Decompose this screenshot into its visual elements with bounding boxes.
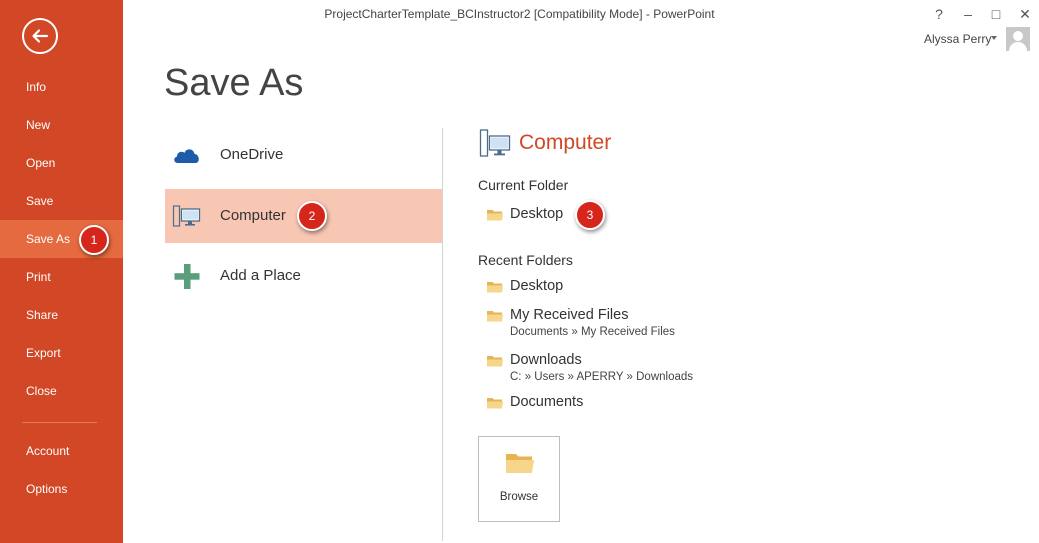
place-label: OneDrive xyxy=(220,146,284,163)
nav-item-account[interactable]: Account xyxy=(0,432,123,470)
folder-path: C: » Users » APERRY » Downloads xyxy=(510,371,694,383)
nav-item-options[interactable]: Options xyxy=(0,470,123,508)
nav-divider xyxy=(22,422,97,423)
avatar[interactable] xyxy=(1006,27,1030,51)
folder-name: Documents xyxy=(510,394,584,410)
computer-icon xyxy=(479,129,511,157)
step-marker-3: 3 xyxy=(575,200,605,230)
folder-name: Downloads xyxy=(510,352,582,368)
nav-item-export[interactable]: Export xyxy=(0,334,123,372)
folder-name: Desktop xyxy=(510,278,564,294)
place-onedrive[interactable]: OneDrive xyxy=(165,128,442,182)
nav-item-new[interactable]: New xyxy=(0,106,123,144)
recent-folders-heading: Recent Folders xyxy=(478,252,573,268)
back-button[interactable] xyxy=(22,18,58,54)
back-arrow-icon xyxy=(32,29,49,43)
nav-item-close[interactable]: Close xyxy=(0,372,123,410)
folder-name: Desktop xyxy=(510,206,564,222)
window-title: ProjectCharterTemplate_BCInstructor2 [Co… xyxy=(324,7,715,21)
plus-icon xyxy=(174,264,200,289)
section-title: Computer xyxy=(519,131,612,154)
pane-divider xyxy=(442,128,443,541)
browse-label: Browse xyxy=(499,491,539,503)
computer-icon xyxy=(172,205,201,227)
page-title: Save As xyxy=(164,62,304,104)
nav-item-share[interactable]: Share xyxy=(0,296,123,334)
folder-path: Documents » My Received Files xyxy=(510,326,675,338)
cloud-icon xyxy=(174,149,199,163)
current-folder-heading: Current Folder xyxy=(478,177,569,193)
nav-item-info[interactable]: Info xyxy=(0,68,123,106)
minimize-button[interactable]: – xyxy=(955,4,981,24)
step-marker-1: 1 xyxy=(79,225,109,255)
nav-item-open[interactable]: Open xyxy=(0,144,123,182)
folder-icon xyxy=(487,210,503,221)
maximize-button[interactable]: □ xyxy=(983,4,1009,24)
browse-button[interactable]: Browse xyxy=(478,436,560,522)
step-marker-2: 2 xyxy=(297,201,327,231)
nav-item-save[interactable]: Save xyxy=(0,182,123,220)
folder-name: My Received Files xyxy=(510,307,629,323)
folder-icon xyxy=(487,398,503,409)
place-add-a-place[interactable]: Add a Place xyxy=(165,249,442,303)
folder-icon xyxy=(487,311,503,322)
chevron-down-icon[interactable] xyxy=(991,36,997,40)
close-window-button[interactable]: ✕ xyxy=(1012,4,1038,24)
help-button[interactable]: ? xyxy=(926,4,952,24)
folder-icon xyxy=(506,454,534,473)
folder-icon xyxy=(487,356,503,367)
nav-item-print[interactable]: Print xyxy=(0,258,123,296)
backstage-nav: Info New Open Save Save As Print Share E… xyxy=(0,0,123,543)
folder-icon xyxy=(487,282,503,293)
place-label: Computer xyxy=(220,207,286,224)
user-name[interactable]: Alyssa Perry xyxy=(924,32,991,46)
place-label: Add a Place xyxy=(220,267,301,284)
